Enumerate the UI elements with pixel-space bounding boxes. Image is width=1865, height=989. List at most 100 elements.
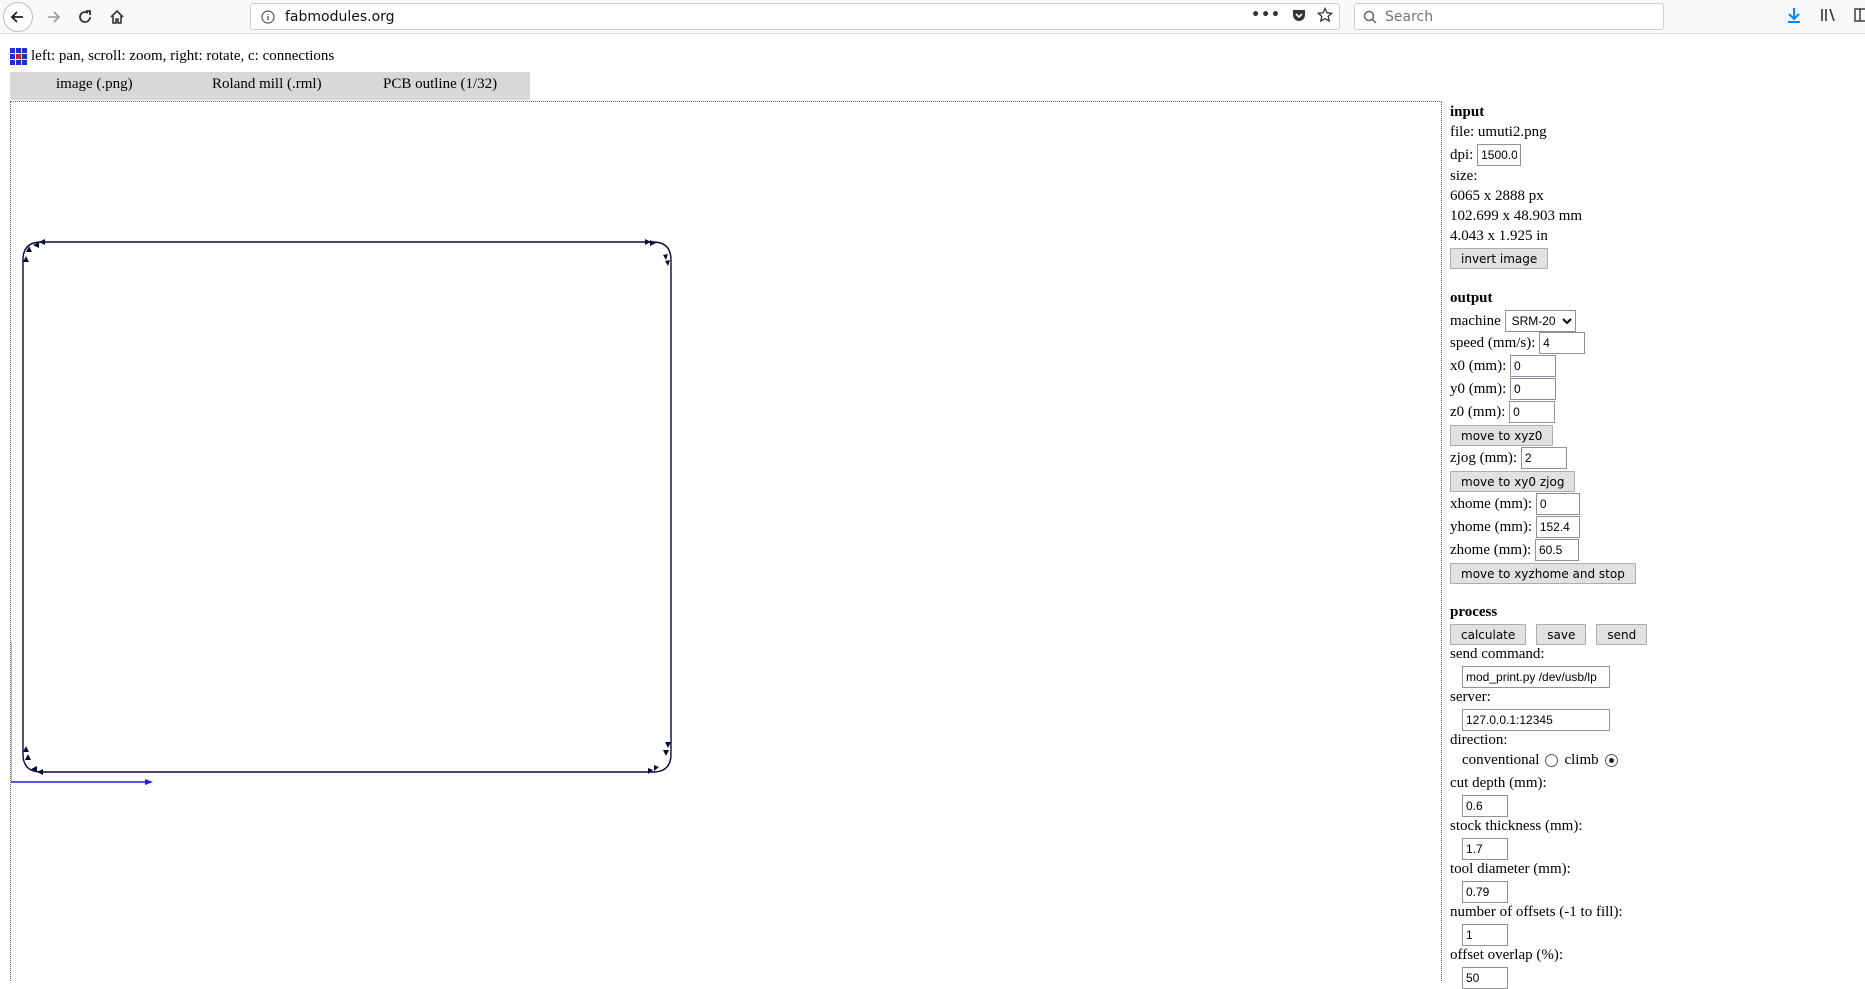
info-icon[interactable]	[261, 9, 275, 24]
zhome-label: zhome (mm):	[1450, 541, 1532, 558]
search-bar[interactable]: Search	[1354, 3, 1664, 30]
tab-roland-mill[interactable]: Roland mill (.rml)	[212, 76, 322, 93]
move-to-xyz0-button[interactable]: move to xyz0	[1450, 425, 1554, 446]
zhome-row: zhome (mm):	[1450, 539, 1579, 561]
home-icon	[110, 9, 124, 24]
zjog-row: zjog (mm):	[1450, 447, 1567, 469]
cut-depth-label: cut depth (mm):	[1450, 775, 1547, 791]
help-text: left: pan, scroll: zoom, right: rotate, …	[31, 48, 335, 64]
conventional-label: conventional	[1462, 752, 1540, 768]
tab-image-png[interactable]: image (.png)	[56, 76, 133, 93]
pcb-outline-path	[22, 241, 672, 773]
forward-button[interactable]	[38, 2, 68, 32]
calculate-button[interactable]: calculate	[1450, 624, 1527, 645]
tool-diameter-label: tool diameter (mm):	[1450, 861, 1571, 877]
size-px: 6065 x 2888 px	[1450, 188, 1544, 204]
move-to-xyzhome-button[interactable]: move to xyzhome and stop	[1450, 563, 1636, 584]
dpi-label: dpi:	[1450, 146, 1474, 163]
output-heading: output	[1450, 290, 1493, 306]
yhome-label: yhome (mm):	[1450, 518, 1533, 535]
url-bar[interactable]: fabmodules.org •••	[250, 3, 1340, 30]
dpi-row: dpi:	[1450, 144, 1522, 166]
server-input[interactable]	[1462, 709, 1610, 731]
machine-label: machine	[1450, 312, 1501, 329]
y0-row: y0 (mm):	[1450, 378, 1556, 400]
url-text: fabmodules.org	[285, 8, 395, 25]
speed-row: speed (mm/s):	[1450, 332, 1586, 354]
xhome-input[interactable]	[1535, 493, 1580, 515]
climb-label: climb	[1564, 752, 1599, 768]
more-actions-icon[interactable]: •••	[1251, 7, 1281, 23]
z0-row: z0 (mm):	[1450, 401, 1556, 423]
server-label: server:	[1450, 689, 1491, 705]
dpi-input[interactable]	[1477, 144, 1522, 166]
size-mm: 102.699 x 48.903 mm	[1450, 208, 1583, 224]
arrow-right-icon	[48, 11, 61, 23]
reload-icon	[79, 10, 91, 23]
module-tabs: image (.png) Roland mill (.rml) PCB outl…	[10, 72, 530, 100]
send-command-label: send command:	[1450, 646, 1545, 662]
x0-input[interactable]	[1510, 355, 1556, 377]
library-icon[interactable]	[1819, 6, 1837, 24]
arrow-left-icon	[10, 11, 23, 23]
cut-depth-input[interactable]	[1462, 795, 1508, 817]
size-in: 4.043 x 1.925 in	[1450, 228, 1548, 244]
offsets-input[interactable]	[1462, 924, 1508, 946]
search-icon	[1363, 10, 1377, 24]
offset-overlap-label: offset overlap (%):	[1450, 947, 1564, 963]
file-row: file: umuti2.png	[1450, 124, 1547, 141]
fab-logo-icon	[10, 48, 27, 65]
file-label: file:	[1450, 124, 1475, 140]
direction-label: direction:	[1450, 732, 1508, 748]
save-button[interactable]: save	[1536, 624, 1587, 645]
yhome-input[interactable]	[1535, 516, 1580, 538]
browser-toolbar: fabmodules.org ••• Search	[0, 0, 1865, 34]
toolpath-view	[10, 239, 672, 785]
y0-label: y0 (mm):	[1450, 380, 1507, 397]
stock-thickness-input[interactable]	[1462, 838, 1508, 860]
pocket-icon[interactable]	[1291, 7, 1307, 23]
climb-radio[interactable]	[1604, 754, 1618, 767]
sidebar-icon[interactable]	[1853, 6, 1865, 24]
move-to-xy0-zjog-button[interactable]: move to xy0 zjog	[1450, 471, 1576, 492]
y0-input[interactable]	[1510, 378, 1556, 400]
conventional-radio[interactable]	[1545, 754, 1559, 767]
stock-thickness-label: stock thickness (mm):	[1450, 818, 1583, 834]
direction-row: conventional climb	[1462, 752, 1624, 769]
z0-input[interactable]	[1509, 401, 1556, 423]
file-name: umuti2.png	[1477, 124, 1547, 140]
xhome-label: xhome (mm):	[1450, 495, 1533, 512]
speed-input[interactable]	[1539, 332, 1586, 354]
speed-label: speed (mm/s):	[1450, 334, 1536, 351]
x-axis-arrow	[145, 779, 153, 785]
send-command-input[interactable]	[1462, 666, 1610, 688]
tool-diameter-input[interactable]	[1462, 881, 1508, 903]
x0-row: x0 (mm):	[1450, 355, 1556, 377]
zjog-input[interactable]	[1520, 447, 1567, 469]
home-button[interactable]	[102, 2, 132, 32]
xhome-row: xhome (mm):	[1450, 493, 1580, 515]
offset-overlap-input[interactable]	[1462, 967, 1508, 989]
x0-label: x0 (mm):	[1450, 357, 1507, 374]
tab-pcb-outline[interactable]: PCB outline (1/32)	[383, 76, 497, 93]
invert-image-button[interactable]: invert image	[1450, 248, 1549, 269]
z0-label: z0 (mm):	[1450, 403, 1506, 420]
process-heading: process	[1450, 604, 1498, 620]
machine-row: machine SRM-20	[1450, 310, 1576, 332]
yhome-row: yhome (mm):	[1450, 516, 1580, 538]
bookmark-star-icon[interactable]	[1317, 7, 1333, 23]
path-direction-markers	[23, 239, 671, 775]
back-button[interactable]	[3, 2, 33, 32]
reload-button[interactable]	[70, 2, 100, 32]
download-icon[interactable]	[1785, 6, 1803, 24]
send-button[interactable]: send	[1596, 624, 1648, 645]
machine-select[interactable]: SRM-20	[1504, 310, 1576, 332]
input-heading: input	[1450, 104, 1485, 120]
search-placeholder: Search	[1385, 8, 1434, 25]
help-line: left: pan, scroll: zoom, right: rotate, …	[10, 48, 334, 65]
offsets-label: number of offsets (-1 to fill):	[1450, 904, 1623, 920]
size-label: size:	[1450, 168, 1478, 184]
zjog-label: zjog (mm):	[1450, 449, 1518, 466]
zhome-input[interactable]	[1534, 539, 1579, 561]
toolpath-canvas[interactable]	[10, 101, 1442, 981]
